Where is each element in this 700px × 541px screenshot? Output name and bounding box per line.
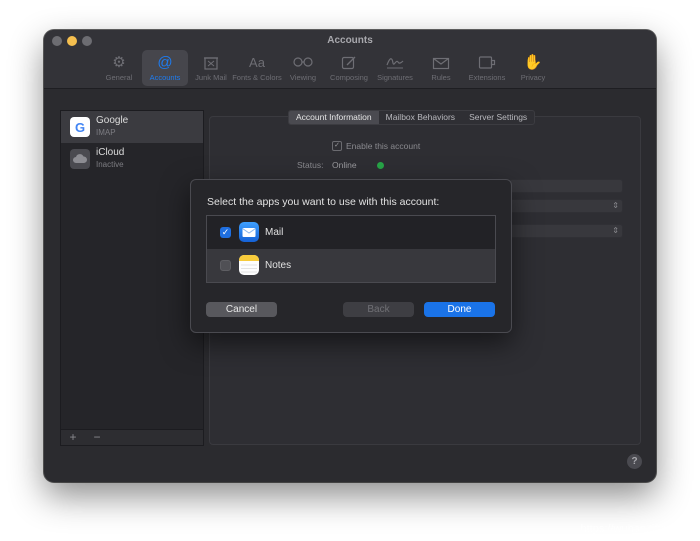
app-name: Mail — [265, 227, 284, 238]
help-button[interactable]: ? — [627, 454, 642, 469]
rules-icon — [431, 53, 451, 71]
email-address-select[interactable]: ⇕ — [509, 199, 623, 213]
window-title: Accounts — [327, 35, 373, 46]
toolbar-label: Fonts & Colors — [232, 73, 282, 82]
hand-icon: ✋ — [523, 53, 543, 71]
select-apps-sheet: Select the apps you want to use with thi… — [190, 179, 512, 333]
select-arrows-icon: ⇕ — [612, 201, 619, 210]
toolbar-fonts-colors[interactable]: Aa Fonts & Colors — [232, 50, 282, 86]
toolbar-rules[interactable]: Rules — [418, 50, 464, 86]
gear-icon: ⚙ — [112, 53, 126, 71]
select-arrows-icon: ⇕ — [612, 226, 619, 235]
account-item-google[interactable]: G Google IMAP — [61, 111, 203, 143]
glasses-icon — [293, 53, 313, 71]
toolbar-viewing[interactable]: Viewing — [280, 50, 326, 86]
account-name: iCloud — [96, 147, 125, 158]
toolbar-label: Privacy — [520, 73, 546, 82]
add-account-button[interactable]: + — [61, 430, 85, 445]
toolbar-junk-mail[interactable]: Junk Mail — [188, 50, 234, 86]
back-button[interactable]: Back — [343, 302, 414, 317]
app-row-mail[interactable]: ✓ Mail — [207, 216, 495, 249]
toolbar-extensions[interactable]: Extensions — [464, 50, 510, 86]
tab-server-settings[interactable]: Server Settings — [462, 111, 534, 124]
icloud-icon — [70, 149, 90, 169]
toolbar-label: General — [105, 73, 133, 82]
status-row: Status: Online — [297, 160, 384, 170]
toolbar-label: Composing — [330, 73, 368, 82]
toolbar-label: Rules — [431, 73, 451, 82]
preferences-toolbar: ⚙ General @ Accounts Junk Mail Aa Fonts … — [96, 50, 556, 86]
account-type: Inactive — [96, 160, 124, 169]
accounts-list: G Google IMAP iCloud Inactive + − — [60, 110, 204, 446]
mail-checkbox[interactable]: ✓ — [220, 227, 231, 238]
tab-account-information[interactable]: Account Information — [289, 111, 379, 124]
account-name: Google — [96, 115, 129, 126]
notes-app-icon — [239, 255, 259, 275]
app-row-notes[interactable]: ✓ Notes — [207, 249, 495, 282]
app-name: Notes — [265, 260, 292, 271]
toolbar-accounts[interactable]: @ Accounts — [142, 50, 188, 86]
done-button[interactable]: Done — [424, 302, 495, 317]
trash-icon — [201, 53, 221, 71]
google-icon: G — [70, 117, 90, 137]
extensions-icon — [477, 53, 497, 71]
notes-checkbox[interactable]: ✓ — [220, 260, 231, 271]
description-field[interactable] — [509, 179, 623, 193]
account-tabs: Account Information Mailbox Behaviors Se… — [288, 110, 536, 125]
mail-app-icon — [239, 222, 259, 242]
sheet-title: Select the apps you want to use with thi… — [207, 196, 440, 208]
sidebar-footer: + − — [61, 429, 203, 445]
account-type: IMAP — [96, 128, 116, 137]
toolbar-signatures[interactable]: Signatures — [372, 50, 418, 86]
watermark: https://wuhan.tiffany.cn — [580, 523, 693, 535]
toolbar-composing[interactable]: Composing — [326, 50, 372, 86]
status-value: Online — [332, 160, 357, 170]
status-label: Status: — [297, 160, 324, 170]
toolbar-label: Signatures — [377, 73, 413, 82]
toolbar-privacy[interactable]: ✋ Privacy — [510, 50, 556, 86]
checkmark-icon: ✓ — [332, 141, 342, 151]
account-item-icloud[interactable]: iCloud Inactive — [61, 143, 203, 175]
status-online-indicator — [377, 162, 384, 169]
compose-icon — [339, 53, 359, 71]
download-attachments-select[interactable]: ⇕ — [509, 224, 623, 238]
at-icon: @ — [157, 53, 173, 71]
signature-icon — [385, 53, 405, 71]
cancel-button[interactable]: Cancel — [206, 302, 277, 317]
toolbar-label: Accounts — [149, 73, 181, 82]
remove-account-button[interactable]: − — [85, 430, 109, 445]
enable-account-checkbox[interactable]: ✓ Enable this account — [332, 141, 420, 151]
toolbar-label: Junk Mail — [195, 73, 227, 82]
titlebar: Accounts ⚙ General @ Accounts Junk Mail … — [44, 30, 656, 89]
toolbar-general[interactable]: ⚙ General — [96, 50, 142, 86]
enable-account-label: Enable this account — [346, 141, 421, 151]
toolbar-label: Viewing — [289, 73, 317, 82]
toolbar-label: Extensions — [468, 73, 506, 82]
app-list: ✓ Mail ✓ — [206, 215, 496, 283]
tab-mailbox-behaviors[interactable]: Mailbox Behaviors — [379, 111, 462, 124]
font-icon: Aa — [249, 54, 265, 70]
